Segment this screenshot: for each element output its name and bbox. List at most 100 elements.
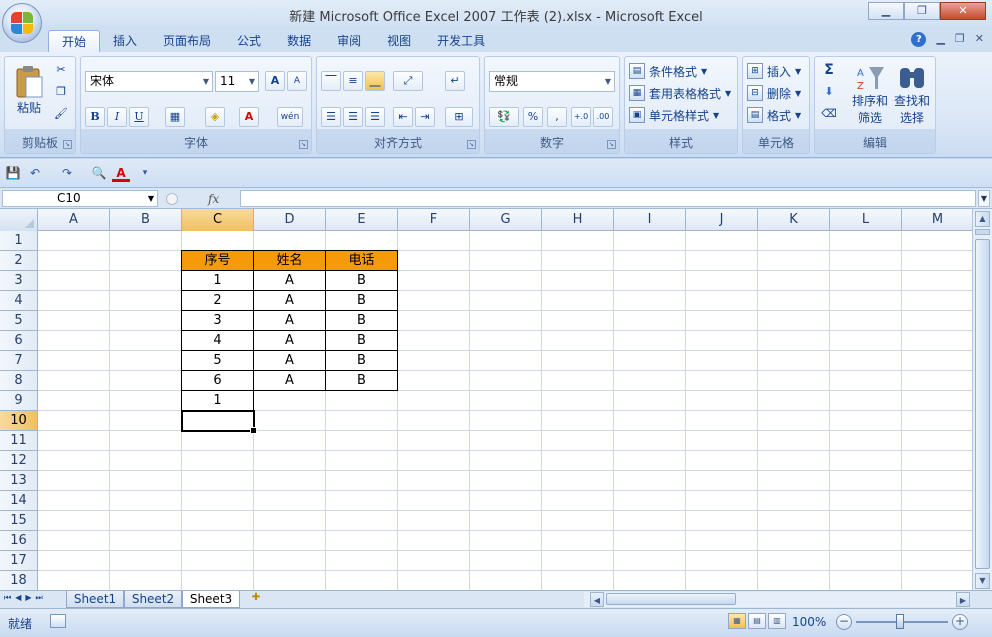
table-header-cell[interactable]: 姓名 bbox=[253, 250, 326, 271]
align-center-icon[interactable]: ☰ bbox=[343, 107, 363, 127]
formula-input[interactable] bbox=[240, 190, 976, 207]
wrap-text-icon[interactable]: ↵ bbox=[445, 71, 465, 91]
ribbon-tab[interactable]: 视图 bbox=[374, 30, 424, 52]
decrease-decimal-button[interactable]: .00 bbox=[593, 107, 613, 127]
table-cell[interactable]: 6 bbox=[181, 370, 254, 391]
sheet-tab[interactable]: Sheet2 bbox=[124, 591, 182, 608]
close-button[interactable]: ✕ bbox=[940, 2, 986, 20]
table-cell[interactable]: 4 bbox=[181, 330, 254, 351]
column-header[interactable]: A bbox=[38, 209, 110, 231]
row-header[interactable]: 5 bbox=[0, 311, 38, 331]
delete-cells-button[interactable]: ⊟ 删除 ▼ bbox=[747, 83, 801, 103]
ribbon-tab[interactable]: 开始 bbox=[48, 30, 101, 52]
underline-button[interactable]: U bbox=[129, 107, 149, 127]
table-cell[interactable]: A bbox=[253, 330, 326, 351]
print-preview-icon[interactable]: 🔍 bbox=[90, 164, 108, 182]
ribbon-tab[interactable]: 数据 bbox=[274, 30, 324, 52]
help-icon[interactable]: ? bbox=[911, 32, 927, 47]
ribbon-tab[interactable]: 页面布局 bbox=[150, 30, 224, 52]
table-cell[interactable]: A bbox=[253, 290, 326, 311]
clear-icon[interactable]: ⌫ bbox=[819, 105, 839, 125]
ribbon-restore-icon[interactable]: ❐ bbox=[955, 32, 965, 47]
number-launcher-icon[interactable]: ↘ bbox=[607, 140, 616, 149]
row-header[interactable]: 17 bbox=[0, 551, 38, 571]
ribbon-minimize-icon[interactable]: ▁ bbox=[936, 32, 944, 47]
row-header[interactable]: 10 bbox=[0, 411, 38, 431]
zoom-slider-thumb[interactable] bbox=[896, 614, 904, 629]
page-break-view-icon[interactable]: ▥ bbox=[768, 613, 786, 629]
page-layout-view-icon[interactable]: ▤ bbox=[748, 613, 766, 629]
table-cell[interactable]: B bbox=[325, 310, 398, 331]
align-middle-icon[interactable]: ≡ bbox=[343, 71, 363, 91]
column-header[interactable]: I bbox=[614, 209, 686, 231]
table-cell[interactable]: B bbox=[325, 290, 398, 311]
align-right-icon[interactable]: ☰ bbox=[365, 107, 385, 127]
borders-icon[interactable]: ▦ bbox=[165, 107, 185, 127]
cut-icon[interactable]: ✂ bbox=[51, 61, 71, 81]
column-header[interactable]: G bbox=[470, 209, 542, 231]
next-sheet-icon[interactable]: ▶ bbox=[25, 593, 31, 603]
ribbon-tab[interactable]: 公式 bbox=[224, 30, 274, 52]
table-header-cell[interactable]: 序号 bbox=[181, 250, 254, 271]
row-header[interactable]: 7 bbox=[0, 351, 38, 371]
table-cell[interactable]: 2 bbox=[181, 290, 254, 311]
insert-cells-button[interactable]: ⊞ 插入 ▼ bbox=[747, 61, 801, 81]
ribbon-tab[interactable]: 开发工具 bbox=[424, 30, 498, 52]
row-header[interactable]: 18 bbox=[0, 571, 38, 590]
table-cell[interactable]: B bbox=[325, 370, 398, 391]
prev-sheet-icon[interactable]: ◀ bbox=[15, 593, 21, 603]
row-header[interactable]: 6 bbox=[0, 331, 38, 351]
scroll-up-icon[interactable]: ▲ bbox=[975, 211, 990, 227]
undo-icon[interactable]: ↶ bbox=[26, 164, 44, 182]
ribbon-tab[interactable]: 插入 bbox=[100, 30, 150, 52]
vertical-scrollbar[interactable]: ▲ ▼ bbox=[972, 209, 992, 590]
column-header[interactable]: C bbox=[182, 209, 254, 231]
orientation-icon[interactable]: ⤢ bbox=[393, 71, 423, 91]
decrease-indent-icon[interactable]: ⇤ bbox=[393, 107, 413, 127]
format-cells-button[interactable]: ▤ 格式 ▼ bbox=[747, 105, 801, 125]
ribbon-close-icon[interactable]: ✕ bbox=[975, 32, 984, 47]
row-header[interactable]: 2 bbox=[0, 251, 38, 271]
column-header[interactable]: D bbox=[254, 209, 326, 231]
normal-view-icon[interactable]: ▦ bbox=[728, 613, 746, 629]
number-format-select[interactable]: 常规 ▼ bbox=[489, 71, 615, 92]
increase-indent-icon[interactable]: ⇥ bbox=[415, 107, 435, 127]
row-header[interactable]: 3 bbox=[0, 271, 38, 291]
name-box[interactable]: C10 ▼ bbox=[2, 190, 158, 207]
minimize-button[interactable]: ▁ bbox=[868, 2, 904, 20]
align-left-icon[interactable]: ☰ bbox=[321, 107, 341, 127]
column-header[interactable]: B bbox=[110, 209, 182, 231]
alignment-launcher-icon[interactable]: ↘ bbox=[467, 140, 476, 149]
column-header[interactable]: F bbox=[398, 209, 470, 231]
clipboard-launcher-icon[interactable]: ↘ bbox=[63, 140, 72, 149]
table-cell[interactable]: B bbox=[325, 330, 398, 351]
insert-function-button[interactable]: fx bbox=[208, 192, 219, 206]
select-all-corner[interactable] bbox=[0, 209, 38, 231]
accounting-format-icon[interactable]: 💱 bbox=[489, 107, 519, 127]
copy-icon[interactable]: ❐ bbox=[51, 83, 71, 103]
table-cell[interactable]: 1 bbox=[181, 390, 254, 411]
table-cell[interactable]: A bbox=[253, 270, 326, 291]
align-top-icon[interactable]: ⎺ bbox=[321, 71, 341, 91]
redo-icon[interactable]: ↷ bbox=[58, 164, 76, 182]
sheet-tab[interactable]: Sheet3 bbox=[182, 591, 240, 608]
row-header[interactable]: 12 bbox=[0, 451, 38, 471]
table-header-cell[interactable]: 电话 bbox=[325, 250, 398, 271]
column-header[interactable]: H bbox=[542, 209, 614, 231]
scroll-right-icon[interactable]: ▶ bbox=[956, 592, 970, 607]
row-header[interactable]: 4 bbox=[0, 291, 38, 311]
bold-button[interactable]: B bbox=[85, 107, 105, 127]
row-header[interactable]: 14 bbox=[0, 491, 38, 511]
active-cell-selection[interactable] bbox=[181, 410, 257, 434]
customize-qat-icon[interactable]: ▾ bbox=[136, 164, 154, 182]
fill-color-icon[interactable]: ◈ bbox=[205, 107, 225, 127]
table-cell[interactable]: A bbox=[253, 350, 326, 371]
save-icon[interactable]: 💾 bbox=[4, 164, 22, 182]
phonetic-button[interactable]: wén bbox=[277, 107, 303, 127]
comma-button[interactable]: , bbox=[547, 107, 567, 127]
column-header[interactable]: K bbox=[758, 209, 830, 231]
table-cell[interactable]: 3 bbox=[181, 310, 254, 331]
table-cell[interactable]: A bbox=[253, 370, 326, 391]
vertical-scroll-thumb[interactable] bbox=[975, 239, 990, 569]
formula-cancel-icon[interactable] bbox=[166, 192, 178, 205]
